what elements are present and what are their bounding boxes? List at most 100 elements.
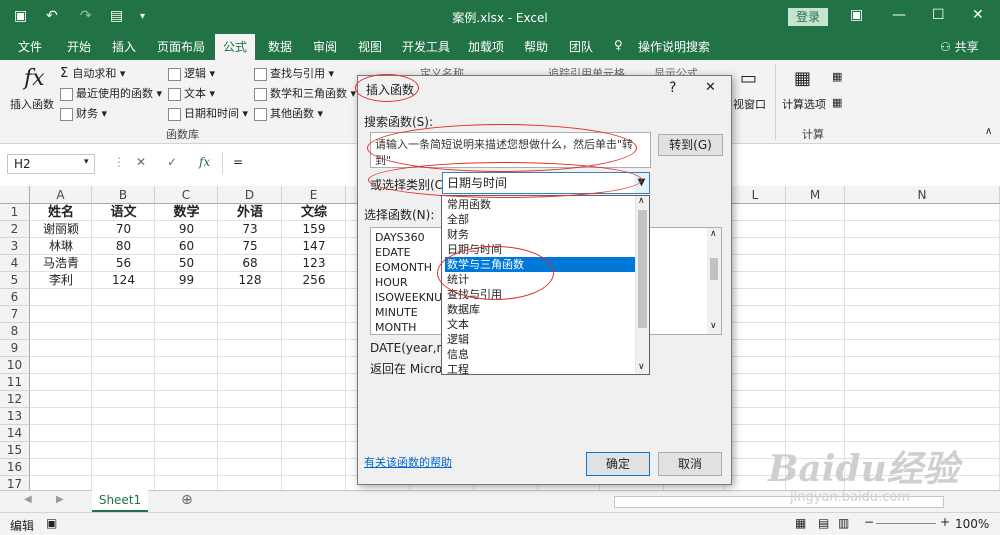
table-cell[interactable]: 马浩青 [30, 255, 92, 272]
table-cell[interactable]: 林琳 [30, 238, 92, 255]
collapse-ribbon-icon[interactable]: ∧ [985, 126, 992, 137]
table-cell[interactable]: 文综 [282, 204, 346, 221]
minimize-icon[interactable]: — [892, 7, 906, 23]
scroll-left-icon[interactable]: ◀ [24, 494, 32, 505]
zoom-out-icon[interactable]: − [864, 515, 874, 529]
function-list-item[interactable]: MONTH [375, 320, 416, 335]
row-header[interactable]: 14 [0, 425, 30, 442]
scroll-up-icon[interactable]: ∧ [710, 229, 717, 239]
name-box[interactable]: H2 [7, 154, 95, 174]
function-list-item[interactable]: HOUR [375, 275, 408, 290]
table-cell[interactable]: 56 [92, 255, 155, 272]
column-header[interactable]: N [845, 186, 1000, 204]
datetime-button[interactable]: 日期和时间 ▾ [168, 105, 248, 121]
table-cell[interactable]: 123 [282, 255, 346, 272]
autosum-button[interactable]: Σ 自动求和 ▾ [60, 65, 125, 81]
row-header[interactable]: 15 [0, 442, 30, 459]
row-header[interactable]: 5 [0, 272, 30, 289]
formula-content[interactable]: = [233, 155, 243, 169]
dropdown-option[interactable]: 信息 [445, 347, 635, 362]
zoom-in-icon[interactable]: + [940, 515, 950, 529]
page-layout-view-icon[interactable]: ▤ [818, 516, 829, 530]
lookup-button[interactable]: 查找与引用 ▾ [254, 65, 334, 81]
share-button[interactable]: ⚇ 共享 [940, 38, 979, 55]
function-list-scroll-thumb[interactable] [710, 258, 718, 280]
macro-record-icon[interactable]: ▣ [46, 516, 57, 530]
sheet-tab-sheet1[interactable]: Sheet1 [92, 490, 148, 512]
tab-data[interactable]: 数据 [268, 38, 292, 55]
more-functions-button[interactable]: 其他函数 ▾ [254, 105, 323, 121]
function-list-item[interactable]: DAYS360 [375, 230, 425, 245]
table-cell[interactable]: 75 [218, 238, 282, 255]
table-cell[interactable]: 外语 [218, 204, 282, 221]
row-header[interactable]: 3 [0, 238, 30, 255]
table-cell[interactable]: 256 [282, 272, 346, 289]
table-cell[interactable]: 50 [155, 255, 218, 272]
table-cell[interactable]: 68 [218, 255, 282, 272]
dropdown-option[interactable]: 文本 [445, 317, 635, 332]
go-button[interactable]: 转到(G) [658, 134, 723, 156]
function-help-link[interactable]: 有关该函数的帮助 [364, 454, 452, 470]
confirm-entry-icon[interactable]: ✓ [167, 155, 177, 169]
table-cell[interactable]: 147 [282, 238, 346, 255]
text-button[interactable]: 文本 ▾ [168, 85, 215, 101]
maximize-icon[interactable]: ☐ [932, 7, 945, 23]
column-header[interactable]: B [92, 186, 155, 204]
function-list-item[interactable]: EDATE [375, 245, 411, 260]
table-cell[interactable]: 谢丽颖 [30, 221, 92, 238]
table-cell[interactable]: 124 [92, 272, 155, 289]
column-header[interactable]: A [30, 186, 92, 204]
column-header[interactable]: E [282, 186, 346, 204]
dropdown-option[interactable]: 逻辑 [445, 332, 635, 347]
tell-me-search[interactable]: 操作说明搜索 [638, 38, 710, 55]
table-cell[interactable]: 90 [155, 221, 218, 238]
dropdown-option[interactable]: 财务 [445, 227, 635, 242]
row-header[interactable]: 11 [0, 374, 30, 391]
table-cell[interactable]: 70 [92, 221, 155, 238]
calc-now-icon[interactable]: ▦ [832, 70, 842, 83]
namebox-dropdown-icon[interactable]: ▾ [84, 157, 89, 167]
calc-options-button[interactable]: 计算选项 [782, 96, 826, 112]
row-header[interactable]: 12 [0, 391, 30, 408]
row-header[interactable]: 6 [0, 289, 30, 306]
tab-insert[interactable]: 插入 [112, 38, 136, 55]
row-header[interactable]: 7 [0, 306, 30, 323]
column-header[interactable]: M [786, 186, 845, 204]
row-header[interactable]: 13 [0, 408, 30, 425]
dropdown-option[interactable]: 全部 [445, 212, 635, 227]
row-header[interactable]: 10 [0, 357, 30, 374]
table-cell[interactable]: 73 [218, 221, 282, 238]
function-list-item[interactable]: MINUTE [375, 305, 418, 320]
function-icon[interactable]: fx [24, 66, 45, 91]
tab-home[interactable]: 开始 [67, 38, 91, 55]
normal-view-icon[interactable]: ▦ [795, 516, 806, 530]
page-break-view-icon[interactable]: ▥ [838, 516, 849, 530]
tab-developer[interactable]: 开发工具 [402, 38, 450, 55]
table-cell[interactable]: 80 [92, 238, 155, 255]
table-cell[interactable]: 李利 [30, 272, 92, 289]
dropdown-option[interactable]: 数据库 [445, 302, 635, 317]
login-button[interactable]: 登录 [788, 8, 828, 26]
ribbon-display-icon[interactable]: ▣ [850, 7, 863, 23]
watch-window-button[interactable]: 视窗口 [733, 96, 766, 112]
recent-functions-button[interactable]: 最近使用的函数 ▾ [60, 85, 162, 101]
tab-page-layout[interactable]: 页面布局 [157, 38, 205, 55]
tab-file[interactable]: 文件 [18, 38, 42, 55]
table-cell[interactable]: 语文 [92, 204, 155, 221]
row-header[interactable]: 2 [0, 221, 30, 238]
cancel-entry-icon[interactable]: ✕ [136, 155, 146, 169]
zoom-level[interactable]: 100% [955, 517, 989, 531]
ok-button[interactable]: 确定 [586, 452, 650, 476]
function-list-item[interactable]: EOMONTH [375, 260, 432, 275]
close-window-icon[interactable]: ✕ [972, 7, 984, 23]
select-all-corner[interactable] [0, 186, 30, 204]
scroll-down-icon[interactable]: ∨ [710, 321, 717, 331]
dropdown-scroll-up-icon[interactable]: ∧ [638, 196, 645, 206]
column-header[interactable]: L [725, 186, 786, 204]
row-header[interactable]: 4 [0, 255, 30, 272]
table-cell[interactable]: 128 [218, 272, 282, 289]
table-cell[interactable]: 99 [155, 272, 218, 289]
column-header[interactable]: D [218, 186, 282, 204]
table-cell[interactable]: 159 [282, 221, 346, 238]
tab-formulas[interactable]: 公式 [215, 34, 256, 60]
